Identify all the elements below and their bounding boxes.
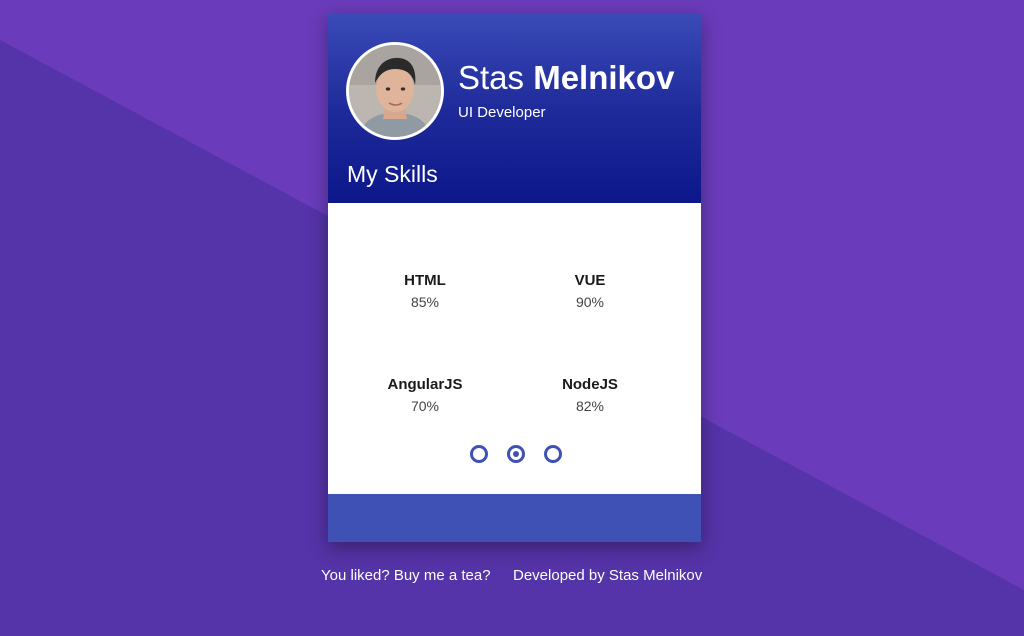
avatar [346, 42, 444, 140]
skill-name: AngularJS [387, 376, 463, 393]
first-name: Stas [458, 59, 525, 96]
skill-value: 90% [575, 294, 605, 310]
profile-name: Stas Melnikov [458, 61, 674, 94]
card-header: Stas Melnikov UI Developer My Skills [328, 13, 701, 203]
skill-name: NodeJS [562, 376, 618, 393]
skill-name: VUE [574, 272, 606, 289]
card-footer [328, 494, 701, 542]
profile-role: UI Developer [458, 104, 546, 121]
profile-card: Stas Melnikov UI Developer My Skills HTM… [328, 13, 701, 542]
skill-value: 82% [575, 398, 605, 414]
developer-credit-link[interactable]: Developed by Stas Melnikov [513, 567, 702, 584]
pagination-dot-2[interactable] [507, 445, 525, 463]
pagination-dot-3[interactable] [544, 445, 562, 463]
active-dot-indicator [513, 451, 519, 457]
skill-item-html: HTML 85% [360, 272, 490, 311]
last-name: Melnikov [533, 59, 675, 96]
skill-value: 70% [410, 398, 440, 414]
skill-item-vue: VUE 90% [525, 272, 655, 311]
avatar-photo [349, 45, 441, 137]
skill-item-angularjs: AngularJS 70% [360, 376, 490, 415]
pagination-dot-1[interactable] [470, 445, 488, 463]
buy-tea-link[interactable]: You liked? Buy me a tea? [321, 567, 491, 584]
skills-title: My Skills [347, 161, 438, 187]
skill-value: 85% [410, 294, 440, 310]
skill-item-nodejs: NodeJS 82% [525, 376, 655, 415]
skill-name: HTML [404, 272, 446, 289]
